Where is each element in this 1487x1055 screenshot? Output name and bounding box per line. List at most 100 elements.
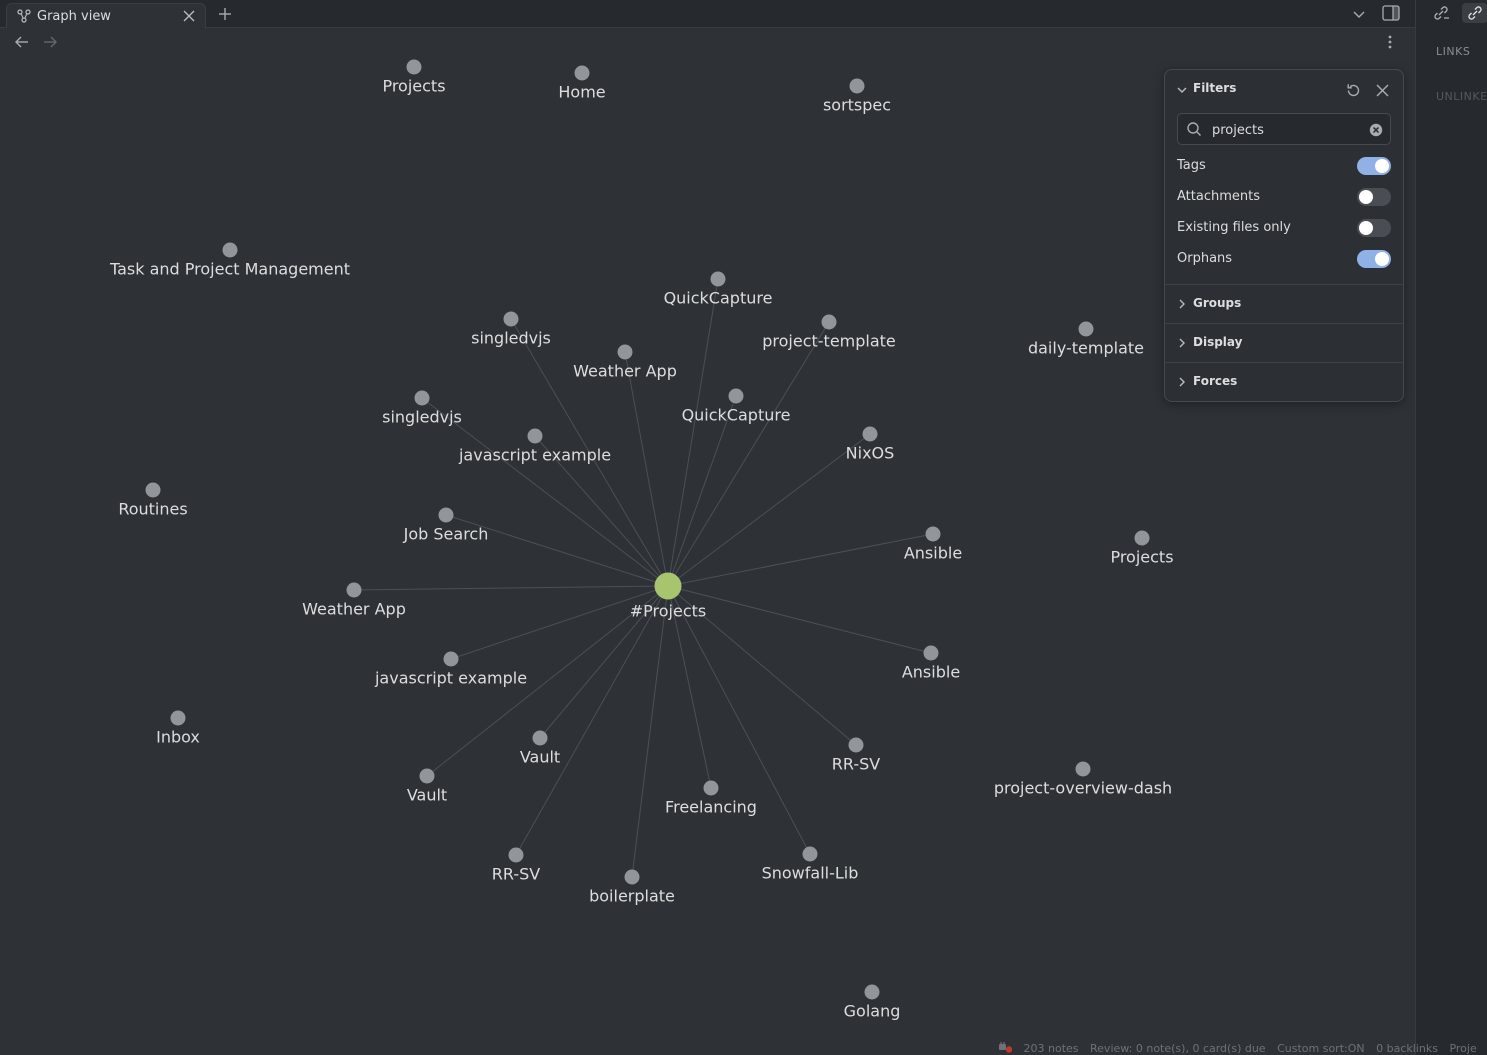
graph-node-orphan[interactable]: Routines (118, 482, 188, 519)
orphans-toggle[interactable] (1357, 250, 1391, 268)
graph-node[interactable]: javascript example (458, 428, 611, 465)
graph-node-dot[interactable] (414, 390, 430, 406)
outgoing-links-icon[interactable] (1432, 4, 1450, 22)
graph-node[interactable]: RR-SV (492, 847, 541, 884)
graph-node[interactable]: singledvjs (471, 311, 551, 348)
graph-edge (667, 533, 934, 587)
graph-node-dot[interactable] (443, 651, 459, 667)
graph-node[interactable]: Vault (407, 768, 447, 805)
graph-node-dot[interactable] (1075, 761, 1091, 777)
graph-node-dot[interactable] (1134, 530, 1150, 546)
backlinks-icon[interactable] (1462, 3, 1487, 23)
filters-header[interactable]: Filters (1165, 70, 1403, 110)
graph-controls-panel: Filters Tags Attachments Existing files … (1164, 69, 1404, 402)
review-status[interactable]: Review: 0 note(s), 0 card(s) due (1090, 1042, 1266, 1055)
graph-node-orphan[interactable]: Home (558, 65, 606, 102)
graph-node-dot[interactable] (923, 645, 939, 661)
chevron-down-icon[interactable] (1352, 7, 1366, 21)
graph-node-dot[interactable] (170, 710, 186, 726)
search-field[interactable] (1177, 113, 1391, 145)
graph-node[interactable]: singledvjs (382, 390, 462, 427)
graph-node[interactable]: QuickCapture (664, 271, 773, 308)
graph-node-dot[interactable] (849, 78, 865, 94)
graph-node[interactable]: RR-SV (832, 737, 881, 774)
graph-node-dot[interactable] (419, 768, 435, 784)
graph-node-dot[interactable] (624, 869, 640, 885)
graph-node-dot[interactable] (710, 271, 726, 287)
graph-node-orphan[interactable]: project-overview-dash (994, 761, 1172, 798)
graph-node-dot[interactable] (532, 730, 548, 746)
graph-node-dot[interactable] (406, 59, 422, 75)
sidebar-toggle-icon[interactable] (1382, 5, 1400, 21)
graph-node-dot[interactable] (438, 507, 454, 523)
graph-node-dot[interactable] (821, 314, 837, 330)
graph-node-dot[interactable] (222, 242, 238, 258)
graph-node-orphan[interactable]: Inbox (156, 710, 200, 747)
graph-node-tag-projects[interactable]: #Projects (630, 572, 706, 621)
search-input[interactable] (1212, 120, 1362, 140)
graph-node[interactable]: boilerplate (589, 869, 675, 906)
graph-node[interactable]: Ansible (904, 526, 962, 563)
graph-node-dot[interactable] (862, 426, 878, 442)
new-tab-icon[interactable] (217, 6, 233, 22)
attachments-toggle[interactable] (1357, 188, 1391, 206)
graph-node-dot[interactable] (864, 984, 880, 1000)
close-icon[interactable] (1375, 83, 1390, 98)
graph-node-dot[interactable] (617, 344, 633, 360)
reset-icon[interactable] (1345, 82, 1362, 99)
graph-node-dot[interactable] (574, 65, 590, 81)
more-vertical-icon[interactable] (1383, 34, 1397, 50)
graph-node[interactable]: Freelancing (665, 780, 757, 817)
graph-node-orphan[interactable]: Golang (844, 984, 901, 1021)
graph-node-dot[interactable] (145, 482, 161, 498)
unlinked-header[interactable]: UNLINKE (1436, 90, 1487, 103)
graph-node[interactable]: NixOS (846, 426, 895, 463)
graph-node-orphan[interactable]: daily-template (1028, 321, 1144, 358)
graph-node-orphan[interactable]: Projects (1110, 530, 1174, 567)
graph-node-label: Vault (520, 748, 560, 767)
chevron-right-icon (1179, 338, 1185, 348)
graph-node[interactable]: Vault (520, 730, 560, 767)
custom-sort-status[interactable]: Custom sort:ON (1277, 1042, 1365, 1055)
graph-node[interactable]: project-template (762, 314, 896, 351)
existing-files-toggle[interactable] (1357, 219, 1391, 237)
graph-node-label: Inbox (156, 728, 200, 747)
arrow-right-icon[interactable] (42, 34, 58, 50)
graph-node-dot[interactable] (728, 388, 744, 404)
graph-node-label: Home (558, 83, 605, 102)
groups-section[interactable]: Groups (1165, 284, 1403, 323)
graph-node-dot[interactable] (503, 311, 519, 327)
graph-node-orphan[interactable]: Task and Project Management (109, 242, 350, 279)
graph-node-dot[interactable] (527, 428, 543, 444)
graph-node[interactable]: Weather App (302, 582, 406, 619)
graph-node-dot[interactable] (703, 780, 719, 796)
toggle-knob (1375, 159, 1389, 173)
graph-node-dot[interactable] (346, 582, 362, 598)
graph-node[interactable]: QuickCapture (682, 388, 791, 425)
graph-node[interactable]: javascript example (374, 651, 527, 688)
current-file[interactable]: Proje (1449, 1042, 1476, 1055)
graph-node-orphan[interactable]: Projects (382, 59, 446, 96)
backlinks-count[interactable]: 0 backlinks (1376, 1042, 1438, 1055)
graph-node-dot[interactable] (654, 572, 682, 600)
graph-node-orphan[interactable]: sortspec (823, 78, 891, 115)
forces-section[interactable]: Forces (1165, 362, 1403, 401)
graph-node-dot[interactable] (802, 846, 818, 862)
plugin-icon[interactable] (998, 1042, 1013, 1053)
graph-node-dot[interactable] (508, 847, 524, 863)
graph-node[interactable]: Snowfall-Lib (762, 846, 859, 883)
graph-node[interactable]: Weather App (573, 344, 677, 381)
toggle-knob (1359, 221, 1373, 235)
graph-node[interactable]: Ansible (902, 645, 960, 682)
graph-node[interactable]: Job Search (403, 507, 489, 544)
tags-toggle[interactable] (1357, 157, 1391, 175)
arrow-left-icon[interactable] (14, 34, 30, 50)
graph-node-dot[interactable] (848, 737, 864, 753)
close-tab-icon[interactable] (182, 9, 196, 23)
graph-node-dot[interactable] (925, 526, 941, 542)
display-section[interactable]: Display (1165, 323, 1403, 362)
clear-search-icon[interactable] (1369, 123, 1383, 137)
graph-node-dot[interactable] (1078, 321, 1094, 337)
tab-graph-view[interactable]: Graph view (6, 3, 206, 28)
toggle-knob (1375, 252, 1389, 266)
